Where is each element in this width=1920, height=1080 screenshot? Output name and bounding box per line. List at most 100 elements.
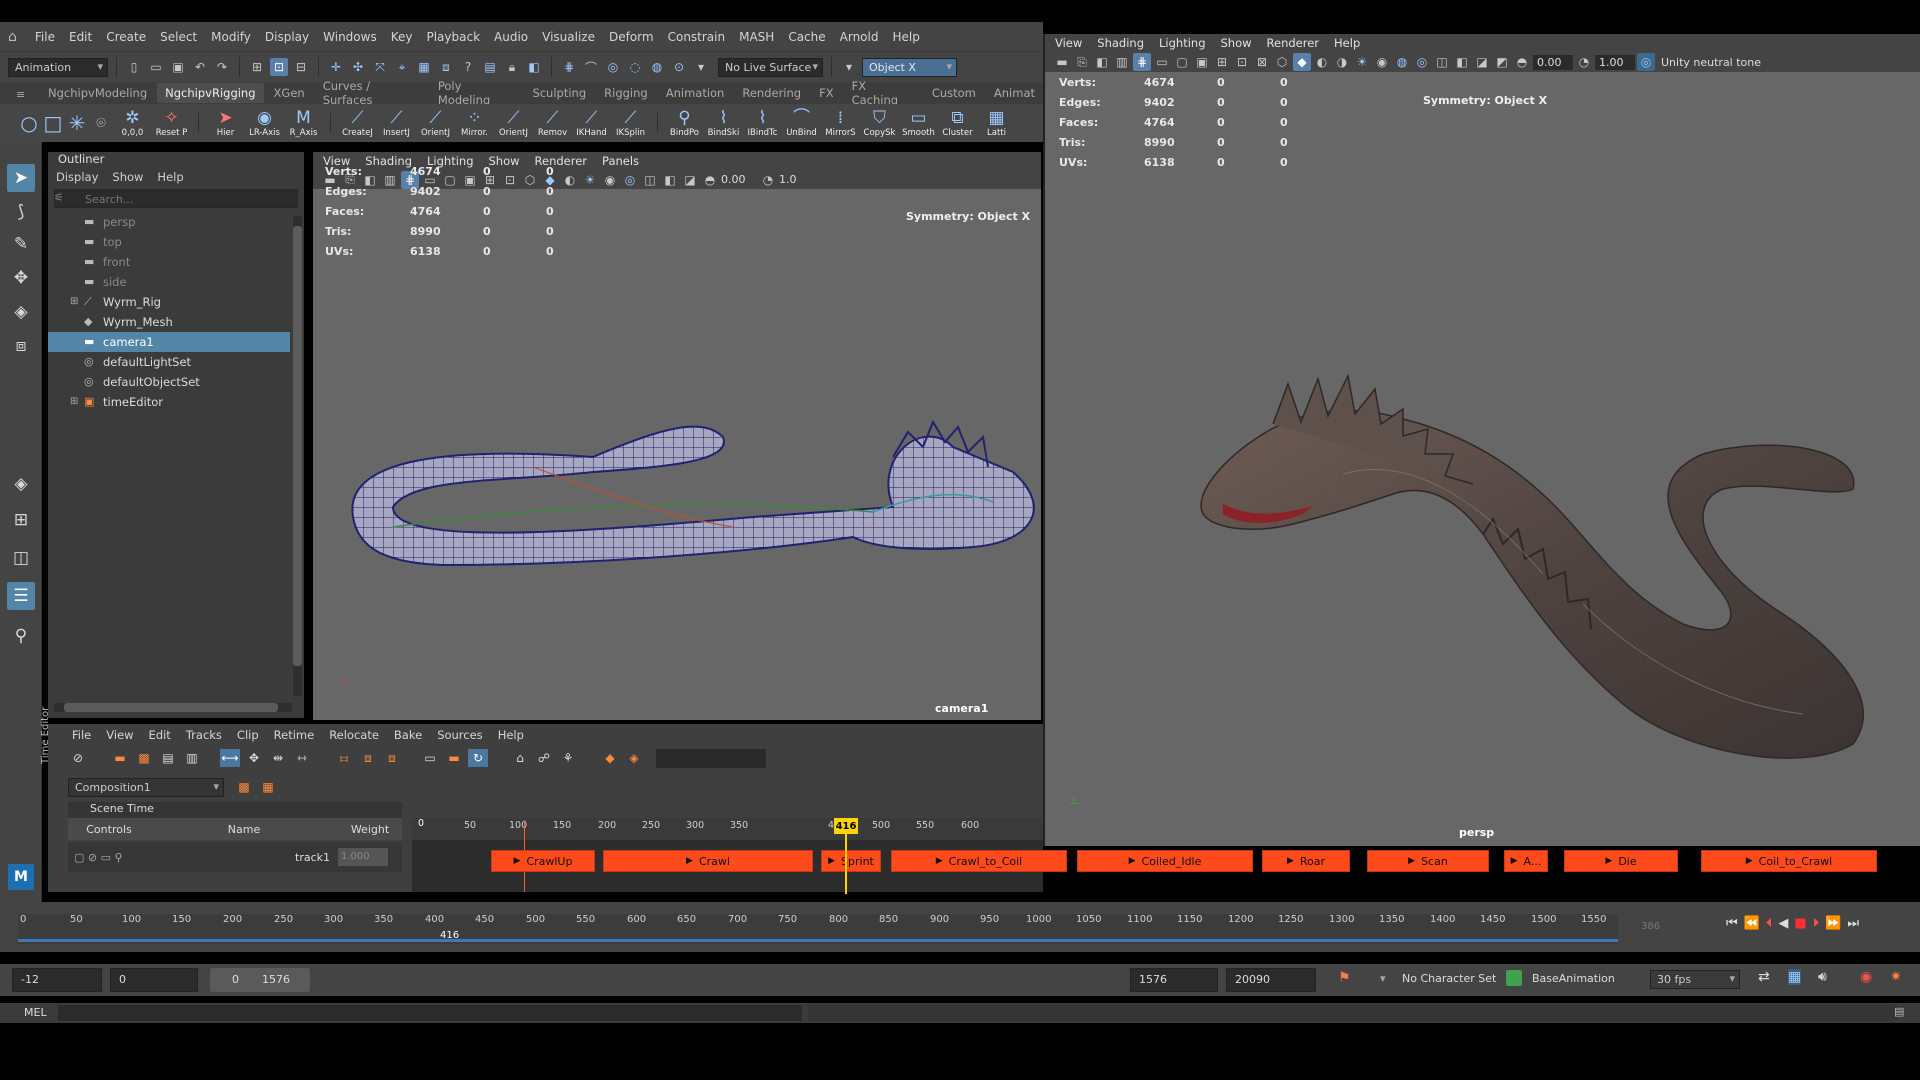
- key-icon[interactable]: ◆: [600, 749, 620, 767]
- scale-mode-icon[interactable]: ⇿: [292, 749, 312, 767]
- outliner-item-top[interactable]: ▬ top: [48, 232, 290, 252]
- playback-start-field[interactable]: 0: [110, 968, 198, 992]
- search-icon[interactable]: ⚲: [7, 622, 35, 650]
- te-menu-file[interactable]: File: [72, 728, 91, 742]
- camera-attr-icon[interactable]: ⎘: [1073, 53, 1091, 71]
- menu-deform[interactable]: Deform: [609, 30, 654, 44]
- composition-dropdown[interactable]: Composition1: [68, 778, 224, 797]
- motion-blur-icon[interactable]: ◧: [1453, 53, 1471, 71]
- symmetry-dropdown[interactable]: Object X: [862, 57, 957, 77]
- menu-edit[interactable]: Edit: [69, 30, 92, 44]
- smooth-shade-icon[interactable]: ◆: [1293, 53, 1311, 71]
- rig-icon[interactable]: ⚘: [558, 749, 578, 767]
- isolate-icon[interactable]: ◎: [621, 171, 639, 189]
- camera-select-icon[interactable]: ▬: [1053, 53, 1071, 71]
- shelf-tool[interactable]: ⛉ CopySk: [863, 108, 896, 138]
- shelf-tool[interactable]: ⟋ IKSplin: [614, 108, 647, 138]
- te-current-frame-badge[interactable]: 416: [834, 818, 858, 834]
- shelf-tool[interactable]: M R_Axis: [287, 108, 320, 138]
- shelf-tool[interactable]: ⟋ CreateJ: [341, 108, 374, 138]
- outliner-item-side[interactable]: ▬ side: [48, 272, 290, 292]
- loop-icon[interactable]: ▬: [444, 749, 464, 767]
- shelf-tab[interactable]: Custom: [924, 83, 984, 103]
- vp-menu-help[interactable]: Help: [1334, 36, 1360, 50]
- menu-constrain[interactable]: Constrain: [668, 30, 726, 44]
- select-handles-icon[interactable]: ✣: [349, 58, 367, 76]
- outliner-menu-show[interactable]: Show: [112, 170, 143, 184]
- te-menu-retime[interactable]: Retime: [274, 728, 315, 742]
- shelf-tool[interactable]: ⟋ OrientJ: [497, 108, 530, 138]
- use-all-lights-icon[interactable]: ◑: [1333, 53, 1351, 71]
- shelf-tool[interactable]: ➤ Hier: [209, 108, 242, 138]
- outliner-item-camera1[interactable]: ▬ camera1: [48, 332, 290, 352]
- shelf-tool[interactable]: ▭ Smooth: [902, 108, 935, 138]
- create-clip-icon[interactable]: ▬: [110, 749, 130, 767]
- snap-curve-icon[interactable]: ⌒: [582, 58, 600, 76]
- command-input[interactable]: [58, 1005, 802, 1021]
- textured-icon[interactable]: ◐: [1313, 53, 1331, 71]
- shelf-tab[interactable]: FX: [811, 83, 842, 103]
- te-menu-clip[interactable]: Clip: [237, 728, 259, 742]
- grid-toggle-icon[interactable]: ⋕: [1133, 53, 1151, 71]
- create-audio-icon[interactable]: ▩: [134, 749, 154, 767]
- stop-icon[interactable]: ■: [1794, 916, 1806, 931]
- snap-projected-icon[interactable]: ◌: [626, 58, 644, 76]
- te-menu-bake[interactable]: Bake: [394, 728, 422, 742]
- view-transform-label[interactable]: Unity neutral tone: [1661, 56, 1761, 69]
- gamma-icon[interactable]: ◔: [759, 171, 777, 189]
- range-slider-handle[interactable]: 0 1576: [210, 968, 310, 992]
- anim-layer-label[interactable]: BaseAnimation: [1532, 972, 1615, 985]
- preferences-icon[interactable]: ✷: [1890, 969, 1902, 985]
- menu-playback[interactable]: Playback: [426, 30, 480, 44]
- track-controls-icon[interactable]: ▢ ⊘ ▭ ⚲: [68, 851, 150, 864]
- select-rendering-icon[interactable]: ▤: [481, 58, 499, 76]
- menu-cache[interactable]: Cache: [788, 30, 825, 44]
- paint-select-icon[interactable]: ✎: [7, 230, 35, 258]
- resolution-gate-icon[interactable]: ▢: [1173, 53, 1191, 71]
- clip-sprint[interactable]: ▶ Sprint: [821, 850, 881, 872]
- select-joints-icon[interactable]: ⤧: [371, 58, 389, 76]
- cache-playback-icon[interactable]: ▦: [1788, 969, 1802, 985]
- xray-icon[interactable]: ◫: [1433, 53, 1451, 71]
- playback-end-field[interactable]: 1576: [1130, 968, 1218, 992]
- live-surface-field[interactable]: No Live Surface: [718, 57, 823, 77]
- field-chart-icon[interactable]: ⊞: [1213, 53, 1231, 71]
- animation-end-field[interactable]: 20090: [1226, 968, 1316, 992]
- te-menu-view[interactable]: View: [106, 728, 133, 742]
- color-management-icon[interactable]: ◎: [1637, 53, 1655, 71]
- shelf-tab[interactable]: Animation: [658, 83, 733, 103]
- redo-icon[interactable]: ↷: [213, 58, 231, 76]
- split-icon[interactable]: ⧦: [334, 749, 354, 767]
- safe-action-icon[interactable]: ⊡: [1233, 53, 1251, 71]
- star-control-icon[interactable]: ✳: [68, 111, 86, 135]
- current-frame-field[interactable]: 386: [1638, 918, 1698, 938]
- loop-icon[interactable]: ⇄: [1758, 969, 1770, 985]
- menu-audio[interactable]: Audio: [494, 30, 528, 44]
- shelf-tool[interactable]: ⁘ Mirror.: [458, 108, 491, 138]
- te-menu-edit[interactable]: Edit: [149, 728, 171, 742]
- xray-icon[interactable]: ◫: [641, 171, 659, 189]
- outliner-item-wyrm-rig[interactable]: ⊞ ⟋ Wyrm_Rig: [48, 292, 290, 312]
- shelf-tool[interactable]: ⟋ Remov: [536, 108, 569, 138]
- exposure-icon[interactable]: ◓: [1513, 53, 1531, 71]
- gamma-field[interactable]: 1.00: [1595, 54, 1635, 70]
- clip-coil-to-crawl[interactable]: ▶ Coil_to_Crawl: [1701, 850, 1877, 872]
- select-surfaces-icon[interactable]: ▦: [415, 58, 433, 76]
- save-scene-icon[interactable]: ▣: [169, 58, 187, 76]
- vp-menu-view[interactable]: View: [1055, 36, 1082, 50]
- shelf-tool[interactable]: ✲ 0,0,0: [116, 108, 149, 138]
- outliner-hscrollbar[interactable]: [54, 703, 292, 712]
- clip-crawlup[interactable]: ▶ CrawlUp: [491, 850, 595, 872]
- step-forward-frame-icon[interactable]: ⏵: [1813, 916, 1820, 931]
- shelf-tool[interactable]: ⁞ MirrorS: [824, 108, 857, 138]
- group-icon[interactable]: ▥: [182, 749, 202, 767]
- menu-visualize[interactable]: Visualize: [542, 30, 595, 44]
- shelf-tool[interactable]: ⌒ UnBind: [785, 108, 818, 138]
- snap-point-icon[interactable]: ◎: [604, 58, 622, 76]
- clip-crawl[interactable]: ▶ Crawl: [603, 850, 813, 872]
- hold-icon[interactable]: ▭: [420, 749, 440, 767]
- character-set-dropdown-icon[interactable]: ▾: [1380, 972, 1386, 985]
- clip-scan[interactable]: ▶ Scan: [1367, 850, 1489, 872]
- outliner-vscrollbar[interactable]: [293, 216, 302, 696]
- open-scene-icon[interactable]: ▭: [147, 58, 165, 76]
